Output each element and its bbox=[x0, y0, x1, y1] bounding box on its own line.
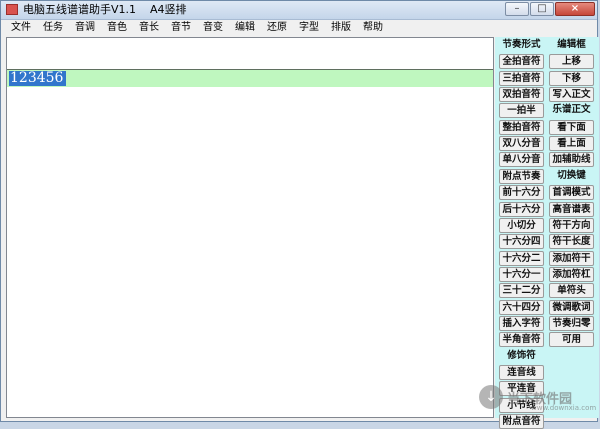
menu-item[interactable]: 文件 bbox=[5, 20, 37, 35]
tool-button[interactable]: 看下面 bbox=[549, 119, 594, 135]
tool-button[interactable]: 看上面 bbox=[549, 136, 594, 152]
watermark-url: www.downxia.com bbox=[531, 404, 597, 412]
tool-button[interactable]: 全拍音符 bbox=[499, 54, 544, 70]
app-window: 电脑五线谱谱助手V1.1 A4竖排 – □ × 文件 任务 音调 音色 音长 音节 音变 编辑… bbox=[0, 0, 599, 429]
tool-panel: 节奏形式全拍音符 三拍音符 双拍音符 一拍半 整拍音符 双八分音 单八分音 附点节奏 前十六分后… bbox=[495, 37, 599, 429]
tool-button[interactable]: 十六分四 bbox=[499, 234, 544, 250]
tool-button[interactable]: 六十四分 bbox=[499, 299, 544, 315]
tool-button[interactable]: 双拍音符 bbox=[499, 87, 544, 103]
tool-button[interactable]: 符干长度 bbox=[549, 234, 594, 250]
tool-button[interactable]: 三十二分 bbox=[499, 283, 544, 299]
tool-button[interactable]: 高音谱表 bbox=[549, 201, 594, 217]
tool-button[interactable]: 前十六分 bbox=[499, 185, 544, 201]
edit-line[interactable]: 123456 bbox=[7, 69, 493, 87]
tool-button[interactable]: 双八分音 bbox=[499, 136, 544, 152]
menu-item[interactable]: 排版 bbox=[325, 20, 357, 35]
menu-item[interactable]: 音调 bbox=[69, 20, 101, 35]
tool-button[interactable]: 十六分一 bbox=[499, 266, 544, 282]
minimize-icon[interactable]: – bbox=[505, 2, 529, 16]
tool-button[interactable]: 插入字符 bbox=[499, 315, 544, 331]
section-label: 编辑框 bbox=[557, 39, 586, 50]
tool-button[interactable]: 添加符杠 bbox=[549, 266, 594, 282]
tool-button[interactable]: 首调模式 bbox=[549, 185, 594, 201]
menu-item[interactable]: 还原 bbox=[261, 20, 293, 35]
tool-button[interactable]: 单八分音 bbox=[499, 152, 544, 168]
menu-item[interactable]: 帮助 bbox=[357, 20, 389, 35]
tool-button[interactable]: 附点节奏 bbox=[499, 168, 544, 184]
window-controls: – □ × bbox=[504, 2, 595, 16]
tool-button[interactable]: 下移 bbox=[549, 70, 594, 86]
app-icon bbox=[6, 4, 18, 15]
download-icon: ↓ bbox=[479, 385, 503, 409]
section-label: 切换键 bbox=[557, 169, 586, 181]
tool-button[interactable]: 三拍音符 bbox=[499, 70, 544, 86]
tool-button[interactable]: 十六分二 bbox=[499, 250, 544, 266]
window-title: 电脑五线谱谱助手V1.1 A4竖排 bbox=[23, 3, 187, 16]
tool-button[interactable]: 一拍半 bbox=[499, 103, 544, 119]
menu-item[interactable]: 编辑 bbox=[229, 20, 261, 35]
tool-button[interactable]: 整拍音符 bbox=[499, 119, 544, 135]
title-bar[interactable]: 电脑五线谱谱助手V1.1 A4竖排 – □ × bbox=[1, 1, 597, 20]
tool-button[interactable]: 单符头 bbox=[549, 283, 594, 299]
selected-text[interactable]: 123456 bbox=[9, 71, 67, 86]
menu-item[interactable]: 音变 bbox=[197, 20, 229, 35]
watermark: ↓ 当下软件园 www.downxia.com bbox=[479, 385, 596, 415]
tool-button[interactable]: 可用 bbox=[549, 332, 594, 348]
section-label: 乐谱正文 bbox=[552, 104, 591, 116]
close-icon[interactable]: × bbox=[555, 2, 595, 16]
menu-item[interactable]: 字型 bbox=[293, 20, 325, 35]
tool-button[interactable]: 写入正文 bbox=[549, 87, 594, 103]
tool-button[interactable]: 后十六分 bbox=[499, 201, 544, 217]
tool-button[interactable]: 加辅助线 bbox=[549, 152, 594, 168]
section-label: 修饰符 bbox=[507, 349, 536, 361]
menu-item[interactable]: 音色 bbox=[101, 20, 133, 35]
maximize-icon[interactable]: □ bbox=[530, 2, 554, 16]
tool-button[interactable]: 节奏归零 bbox=[549, 315, 594, 331]
tool-button[interactable]: 连音线 bbox=[499, 365, 544, 380]
tool-button[interactable]: 微调歌词 bbox=[549, 299, 594, 315]
tool-button[interactable]: 符干方向 bbox=[549, 217, 594, 233]
menu-bar: 文件 任务 音调 音色 音长 音节 音变 编辑 还原 字型 排版 帮助 bbox=[1, 20, 597, 35]
menu-item[interactable]: 音节 bbox=[165, 20, 197, 35]
score-editor[interactable]: 123456 bbox=[6, 37, 494, 418]
tool-button[interactable]: 添加符干 bbox=[549, 250, 594, 266]
section-label: 节奏形式 bbox=[502, 39, 541, 50]
tool-button[interactable]: 半角音符 bbox=[499, 332, 544, 348]
tool-button[interactable]: 上移 bbox=[549, 54, 594, 70]
tool-button[interactable]: 附点音符 bbox=[499, 414, 544, 429]
tool-button[interactable]: 小切分 bbox=[499, 217, 544, 233]
menu-item[interactable]: 音长 bbox=[133, 20, 165, 35]
menu-item[interactable]: 任务 bbox=[37, 20, 69, 35]
